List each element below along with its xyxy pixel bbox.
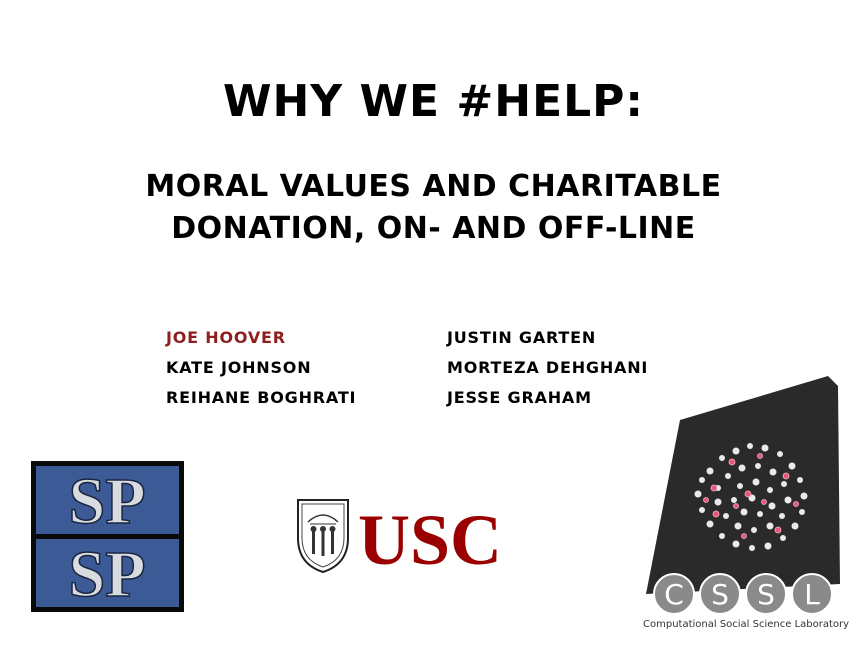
spsp-letters-top: SP (68, 465, 145, 538)
slide: WHY WE #HELP: MORAL VALUES AND CHARITABL… (0, 0, 867, 650)
author: KATE JOHNSON (166, 358, 312, 377)
cssl-letter: C (664, 578, 684, 611)
spsp-logo: SP SP (31, 461, 184, 612)
author: JESSE GRAHAM (447, 388, 592, 407)
subtitle-line-2: DONATION, ON- AND OFF-LINE (171, 211, 696, 246)
slide-title: WHY WE #HELP: (222, 76, 645, 127)
usc-seal-icon (297, 499, 349, 574)
usc-wordmark: USC (358, 500, 502, 578)
author: JUSTIN GARTEN (447, 328, 597, 347)
subtitle-line-1: MORAL VALUES AND CHARITABLE (145, 169, 722, 204)
cssl-logo: C S S L (646, 376, 840, 615)
author: MORTEZA DEHGHANI (447, 358, 649, 377)
cssl-background-shape (646, 376, 840, 594)
cssl-tagline: Computational Social Science Laboratory (643, 619, 850, 630)
author: REIHANE BOGHRATI (166, 388, 357, 407)
slide-subtitle: MORAL VALUES AND CHARITABLE DONATION, ON… (0, 166, 867, 250)
spsp-letters-bottom: SP (68, 538, 145, 611)
author-presenter: JOE HOOVER (166, 328, 286, 347)
cssl-letter: S (711, 578, 729, 611)
cssl-letter: S (757, 578, 775, 611)
cssl-letter: L (804, 578, 820, 611)
usc-logo: USC (297, 499, 502, 578)
